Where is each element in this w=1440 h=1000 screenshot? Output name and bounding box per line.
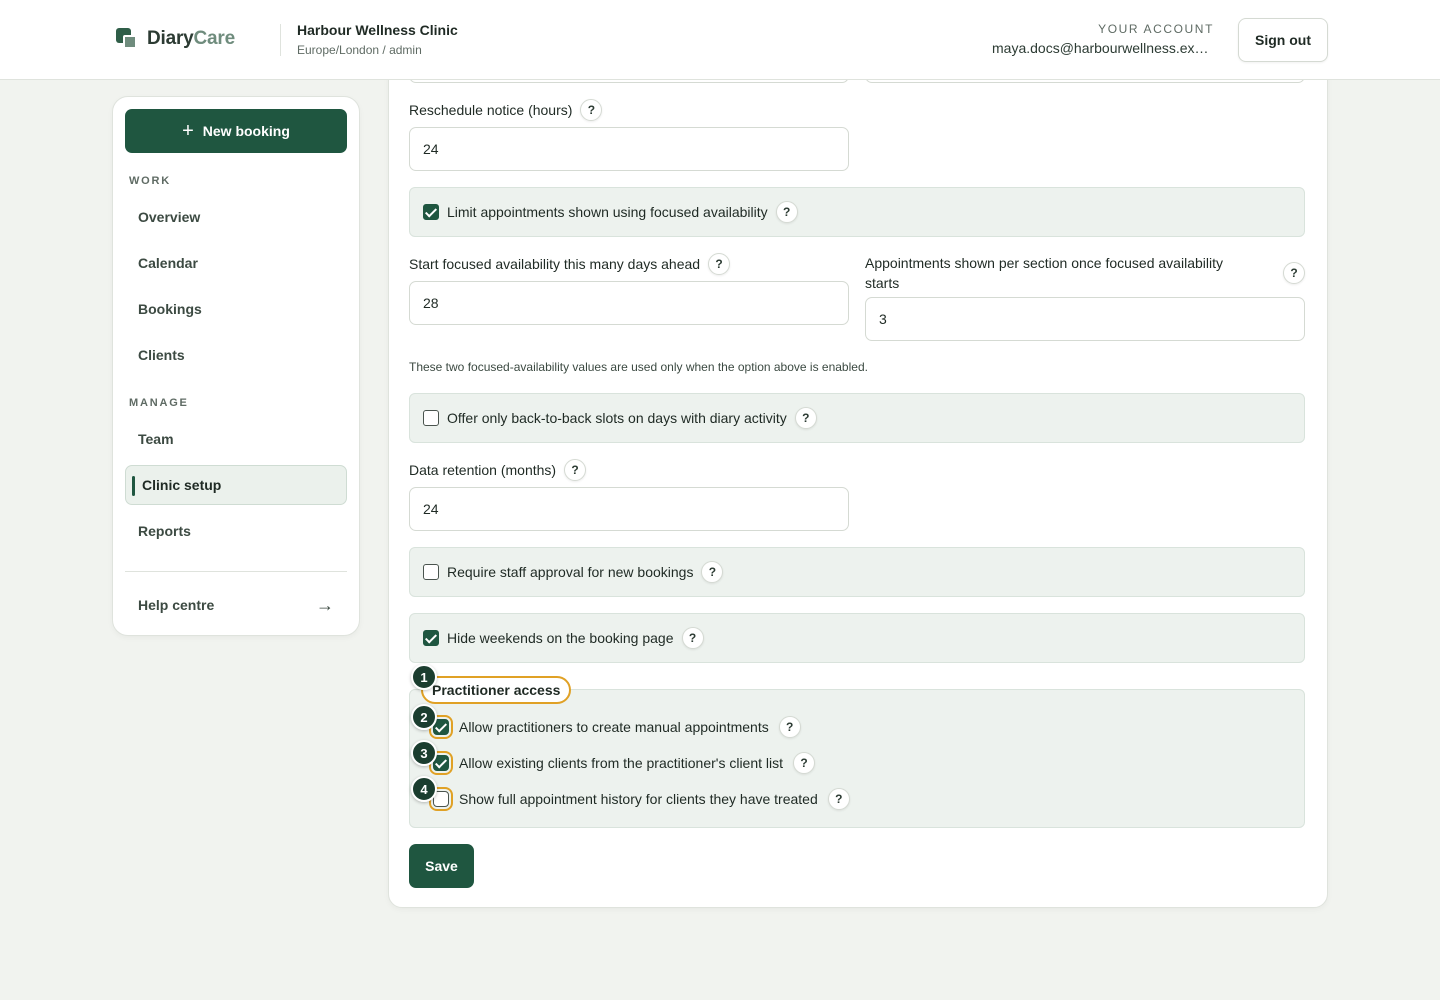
arrow-right-icon: → [316,594,334,615]
help-icon[interactable]: ? [708,253,731,275]
practitioner-access-legend: Practitioner access [421,676,572,704]
app-logo[interactable]: DiaryCare [116,28,235,50]
days-ahead-input[interactable] [409,281,849,325]
sidebar-item-label: Calendar [138,255,198,271]
sidebar-item-label: Bookings [138,301,202,317]
staff-approval-checkbox[interactable] [423,564,439,580]
annotation-marker-4: 4 [411,776,437,802]
logo-text: DiaryCare [147,28,235,50]
per-section-input[interactable] [865,297,1305,341]
help-icon[interactable]: ? [793,752,816,774]
annotation-marker-3: 3 [411,740,437,766]
staff-approval-row[interactable]: Require staff approval for new bookings … [409,547,1305,597]
sidebar-item-calendar[interactable]: Calendar [125,243,347,283]
help-icon[interactable]: ? [775,201,798,223]
reschedule-notice-text: Reschedule notice (hours) [409,102,573,118]
help-icon[interactable]: ? [701,561,724,583]
sign-out-button[interactable]: Sign out [1238,18,1328,62]
help-icon[interactable]: ? [580,99,603,121]
per-section-label: Appointments shown per section once focu… [865,253,1305,293]
sidebar-item-clinic-setup[interactable]: Clinic setup [125,465,347,505]
existing-clients-label: Allow existing clients from the practiti… [459,755,784,771]
clinic-timezone-role: Europe/London / admin [297,43,422,57]
data-retention-label: Data retention (months) ? [409,459,587,481]
logo-text-secondary: Care [193,28,236,49]
staff-approval-label: Require staff approval for new bookings [447,564,694,580]
existing-clients-row[interactable]: Allow existing clients from the practiti… [429,751,816,775]
help-centre-label: Help centre [138,597,215,613]
appointment-history-label: Show full appointment history for client… [459,791,818,807]
top-bar: DiaryCare Harbour Wellness Clinic Europe… [0,0,1440,80]
sidebar-item-label: Reports [138,523,191,539]
data-retention-input[interactable] [409,487,849,531]
sidebar-item-bookings[interactable]: Bookings [125,289,347,329]
sidebar: + New booking WORK Overview Calendar Boo… [112,96,360,636]
sidebar-item-label: Clients [138,347,185,363]
help-icon[interactable]: ? [794,407,817,429]
back-to-back-checkbox[interactable] [423,410,439,426]
help-icon[interactable]: ? [1283,262,1305,284]
clinic-setup-form: Reschedule notice (hours) ? Limit appoin… [388,60,1328,908]
reschedule-notice-input[interactable] [409,127,849,171]
clinic-info: Harbour Wellness Clinic Europe/London / … [297,22,458,57]
focused-availability-checkbox[interactable] [423,204,439,220]
sidebar-divider [125,571,347,572]
account-email: maya.docs@harbourwellness.example [992,40,1214,56]
new-booking-label: New booking [202,123,290,139]
header-divider [280,24,281,56]
focused-availability-note: These two focused-availability values ar… [409,360,868,374]
help-icon[interactable]: ? [681,627,704,649]
reschedule-notice-label: Reschedule notice (hours) ? [409,99,603,121]
plus-icon: + [182,120,194,142]
account-label: YOUR ACCOUNT [1098,22,1214,36]
help-icon[interactable]: ? [778,716,801,738]
back-to-back-label: Offer only back-to-back slots on days wi… [447,410,787,426]
sidebar-item-label: Team [138,431,174,447]
clinic-name: Harbour Wellness Clinic [297,22,458,38]
help-icon[interactable]: ? [564,459,587,481]
focused-availability-row[interactable]: Limit appointments shown using focused a… [409,187,1305,237]
focused-availability-label: Limit appointments shown using focused a… [447,204,768,220]
hide-weekends-checkbox[interactable] [423,630,439,646]
manual-appointments-label: Allow practitioners to create manual app… [459,719,769,735]
hide-weekends-label: Hide weekends on the booking page [447,630,674,646]
section-label-manage: MANAGE [129,397,189,409]
annotation-marker-1: 1 [411,664,437,690]
active-indicator [132,476,135,496]
save-button[interactable]: Save [409,844,474,888]
sidebar-item-reports[interactable]: Reports [125,511,347,551]
sidebar-item-overview[interactable]: Overview [125,197,347,237]
days-ahead-label: Start focused availability this many day… [409,253,731,275]
account-info: YOUR ACCOUNT maya.docs@harbourwellness.e… [992,22,1214,56]
sidebar-item-clients[interactable]: Clients [125,335,347,375]
days-ahead-text: Start focused availability this many day… [409,256,701,272]
help-centre-link[interactable]: Help centre → [125,585,347,625]
diarycare-logo-icon [116,28,138,50]
appointment-history-row[interactable]: Show full appointment history for client… [429,787,850,811]
annotation-marker-2: 2 [411,704,437,730]
sidebar-item-label: Overview [138,209,201,225]
manual-appointments-row[interactable]: Allow practitioners to create manual app… [429,715,801,739]
new-booking-button[interactable]: + New booking [125,109,347,153]
help-icon[interactable]: ? [827,788,850,810]
data-retention-text: Data retention (months) [409,462,557,478]
per-section-text: Appointments shown per section once focu… [865,255,1223,291]
back-to-back-row[interactable]: Offer only back-to-back slots on days wi… [409,393,1305,443]
section-label-work: WORK [129,175,172,187]
logo-text-primary: Diary [147,28,194,49]
hide-weekends-row[interactable]: Hide weekends on the booking page ? [409,613,1305,663]
sidebar-item-team[interactable]: Team [125,419,347,459]
sidebar-item-label: Clinic setup [142,477,222,493]
